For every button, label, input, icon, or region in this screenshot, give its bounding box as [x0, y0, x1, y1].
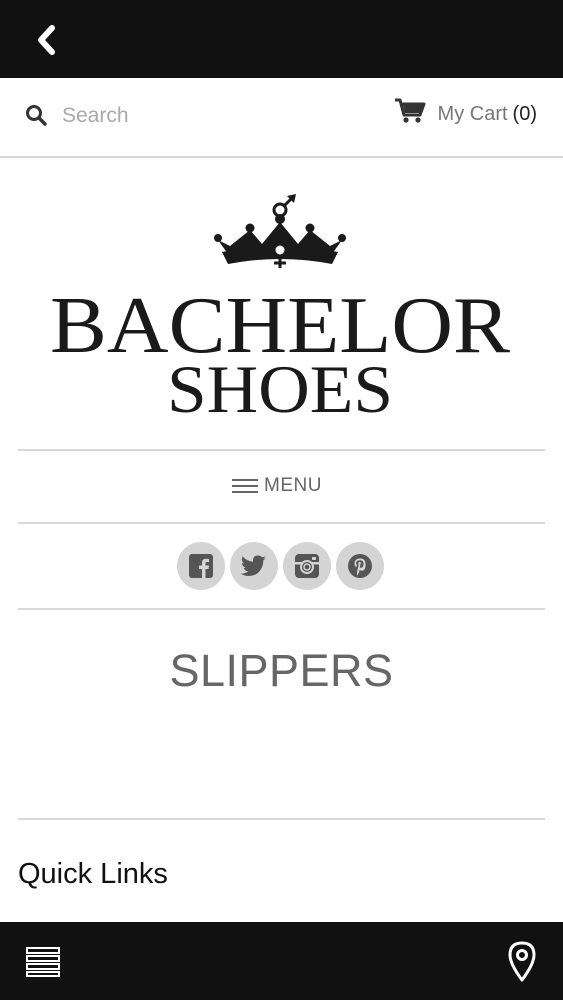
search-icon [26, 105, 47, 126]
quick-links-heading[interactable]: Quick Links [18, 858, 168, 891]
menu-label: MENU [264, 475, 322, 496]
location-button[interactable] [507, 940, 537, 982]
divider [18, 522, 545, 524]
pinterest-icon [348, 554, 372, 578]
bachelor-shoes-logo[interactable]: BACHELOR SHOES [40, 192, 520, 422]
divider [18, 818, 545, 820]
cart-icon [394, 98, 426, 123]
menu-drawer-button[interactable] [24, 944, 64, 978]
instagram-button[interactable] [283, 542, 331, 590]
divider [18, 608, 545, 610]
search-input[interactable] [62, 96, 312, 136]
pinterest-button[interactable] [336, 542, 384, 590]
page-title: SLIPPERS [169, 645, 394, 696]
top-bar [0, 0, 563, 78]
instagram-icon [295, 554, 319, 578]
twitter-button[interactable] [230, 542, 278, 590]
search-bar: My Cart (0) [0, 78, 563, 158]
menu-button[interactable]: MENU [232, 472, 322, 500]
bottom-bar [0, 922, 563, 1000]
cart-count: (0) [512, 102, 537, 125]
hamburger-icon [232, 479, 258, 493]
logo-line2: SHOES [167, 351, 393, 422]
divider [18, 449, 545, 451]
list-menu-icon [26, 947, 60, 977]
twitter-icon [241, 555, 266, 576]
facebook-button[interactable] [177, 542, 225, 590]
cart-label: My Cart [437, 102, 508, 125]
back-button[interactable] [28, 22, 64, 58]
facebook-icon [189, 554, 213, 578]
chevron-left-icon [38, 25, 55, 55]
cart-button[interactable]: My Cart (0) [394, 94, 537, 134]
social-links [177, 542, 389, 590]
location-pin-icon [508, 941, 536, 982]
crown-icon [214, 194, 346, 268]
